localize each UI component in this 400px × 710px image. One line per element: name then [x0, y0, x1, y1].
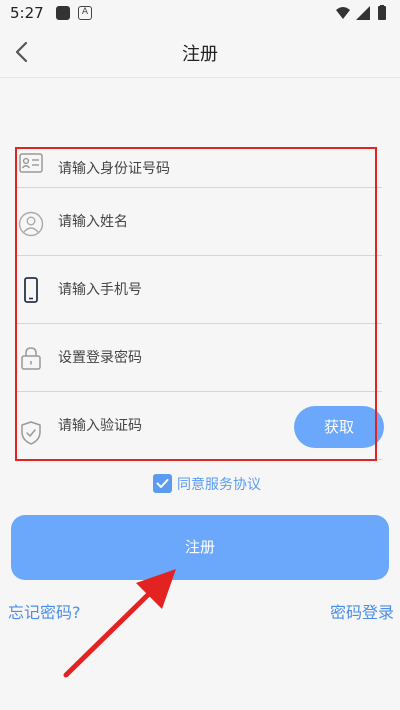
phone-row — [16, 256, 382, 324]
register-button[interactable]: 注册 — [11, 515, 389, 580]
signal-icon — [356, 6, 370, 20]
font-notification-icon: A — [78, 6, 92, 20]
lock-icon — [21, 347, 41, 370]
get-code-button[interactable]: 获取 — [294, 406, 384, 448]
password-login-link[interactable]: 密码登录 — [330, 599, 394, 623]
register-form: 获取 — [16, 150, 384, 460]
shield-icon — [21, 421, 41, 445]
id-number-input[interactable] — [58, 150, 288, 187]
password-input[interactable] — [58, 324, 288, 391]
page-title: 注册 — [182, 44, 218, 65]
status-bar: 5:27 A — [0, 0, 400, 26]
status-time: 5:27 — [10, 4, 44, 22]
battery-icon — [378, 6, 386, 20]
agreement-label[interactable]: 同意服务协议 — [177, 474, 261, 494]
name-row — [16, 188, 382, 256]
name-input[interactable] — [58, 188, 288, 255]
phone-icon — [24, 277, 38, 303]
code-row: 获取 — [16, 392, 384, 460]
title-bar: 注册 — [0, 26, 400, 78]
notification-icon — [56, 6, 70, 20]
password-row — [16, 324, 382, 392]
status-icons — [336, 5, 386, 20]
id-card-icon — [19, 153, 43, 173]
checkbox-checked-icon[interactable] — [153, 474, 172, 493]
phone-input[interactable] — [58, 256, 288, 323]
forgot-password-link[interactable]: 忘记密码? — [8, 599, 81, 623]
user-icon — [18, 211, 44, 237]
verification-code-input[interactable] — [58, 392, 288, 459]
wifi-icon — [336, 7, 350, 19]
id-number-row — [16, 150, 382, 188]
